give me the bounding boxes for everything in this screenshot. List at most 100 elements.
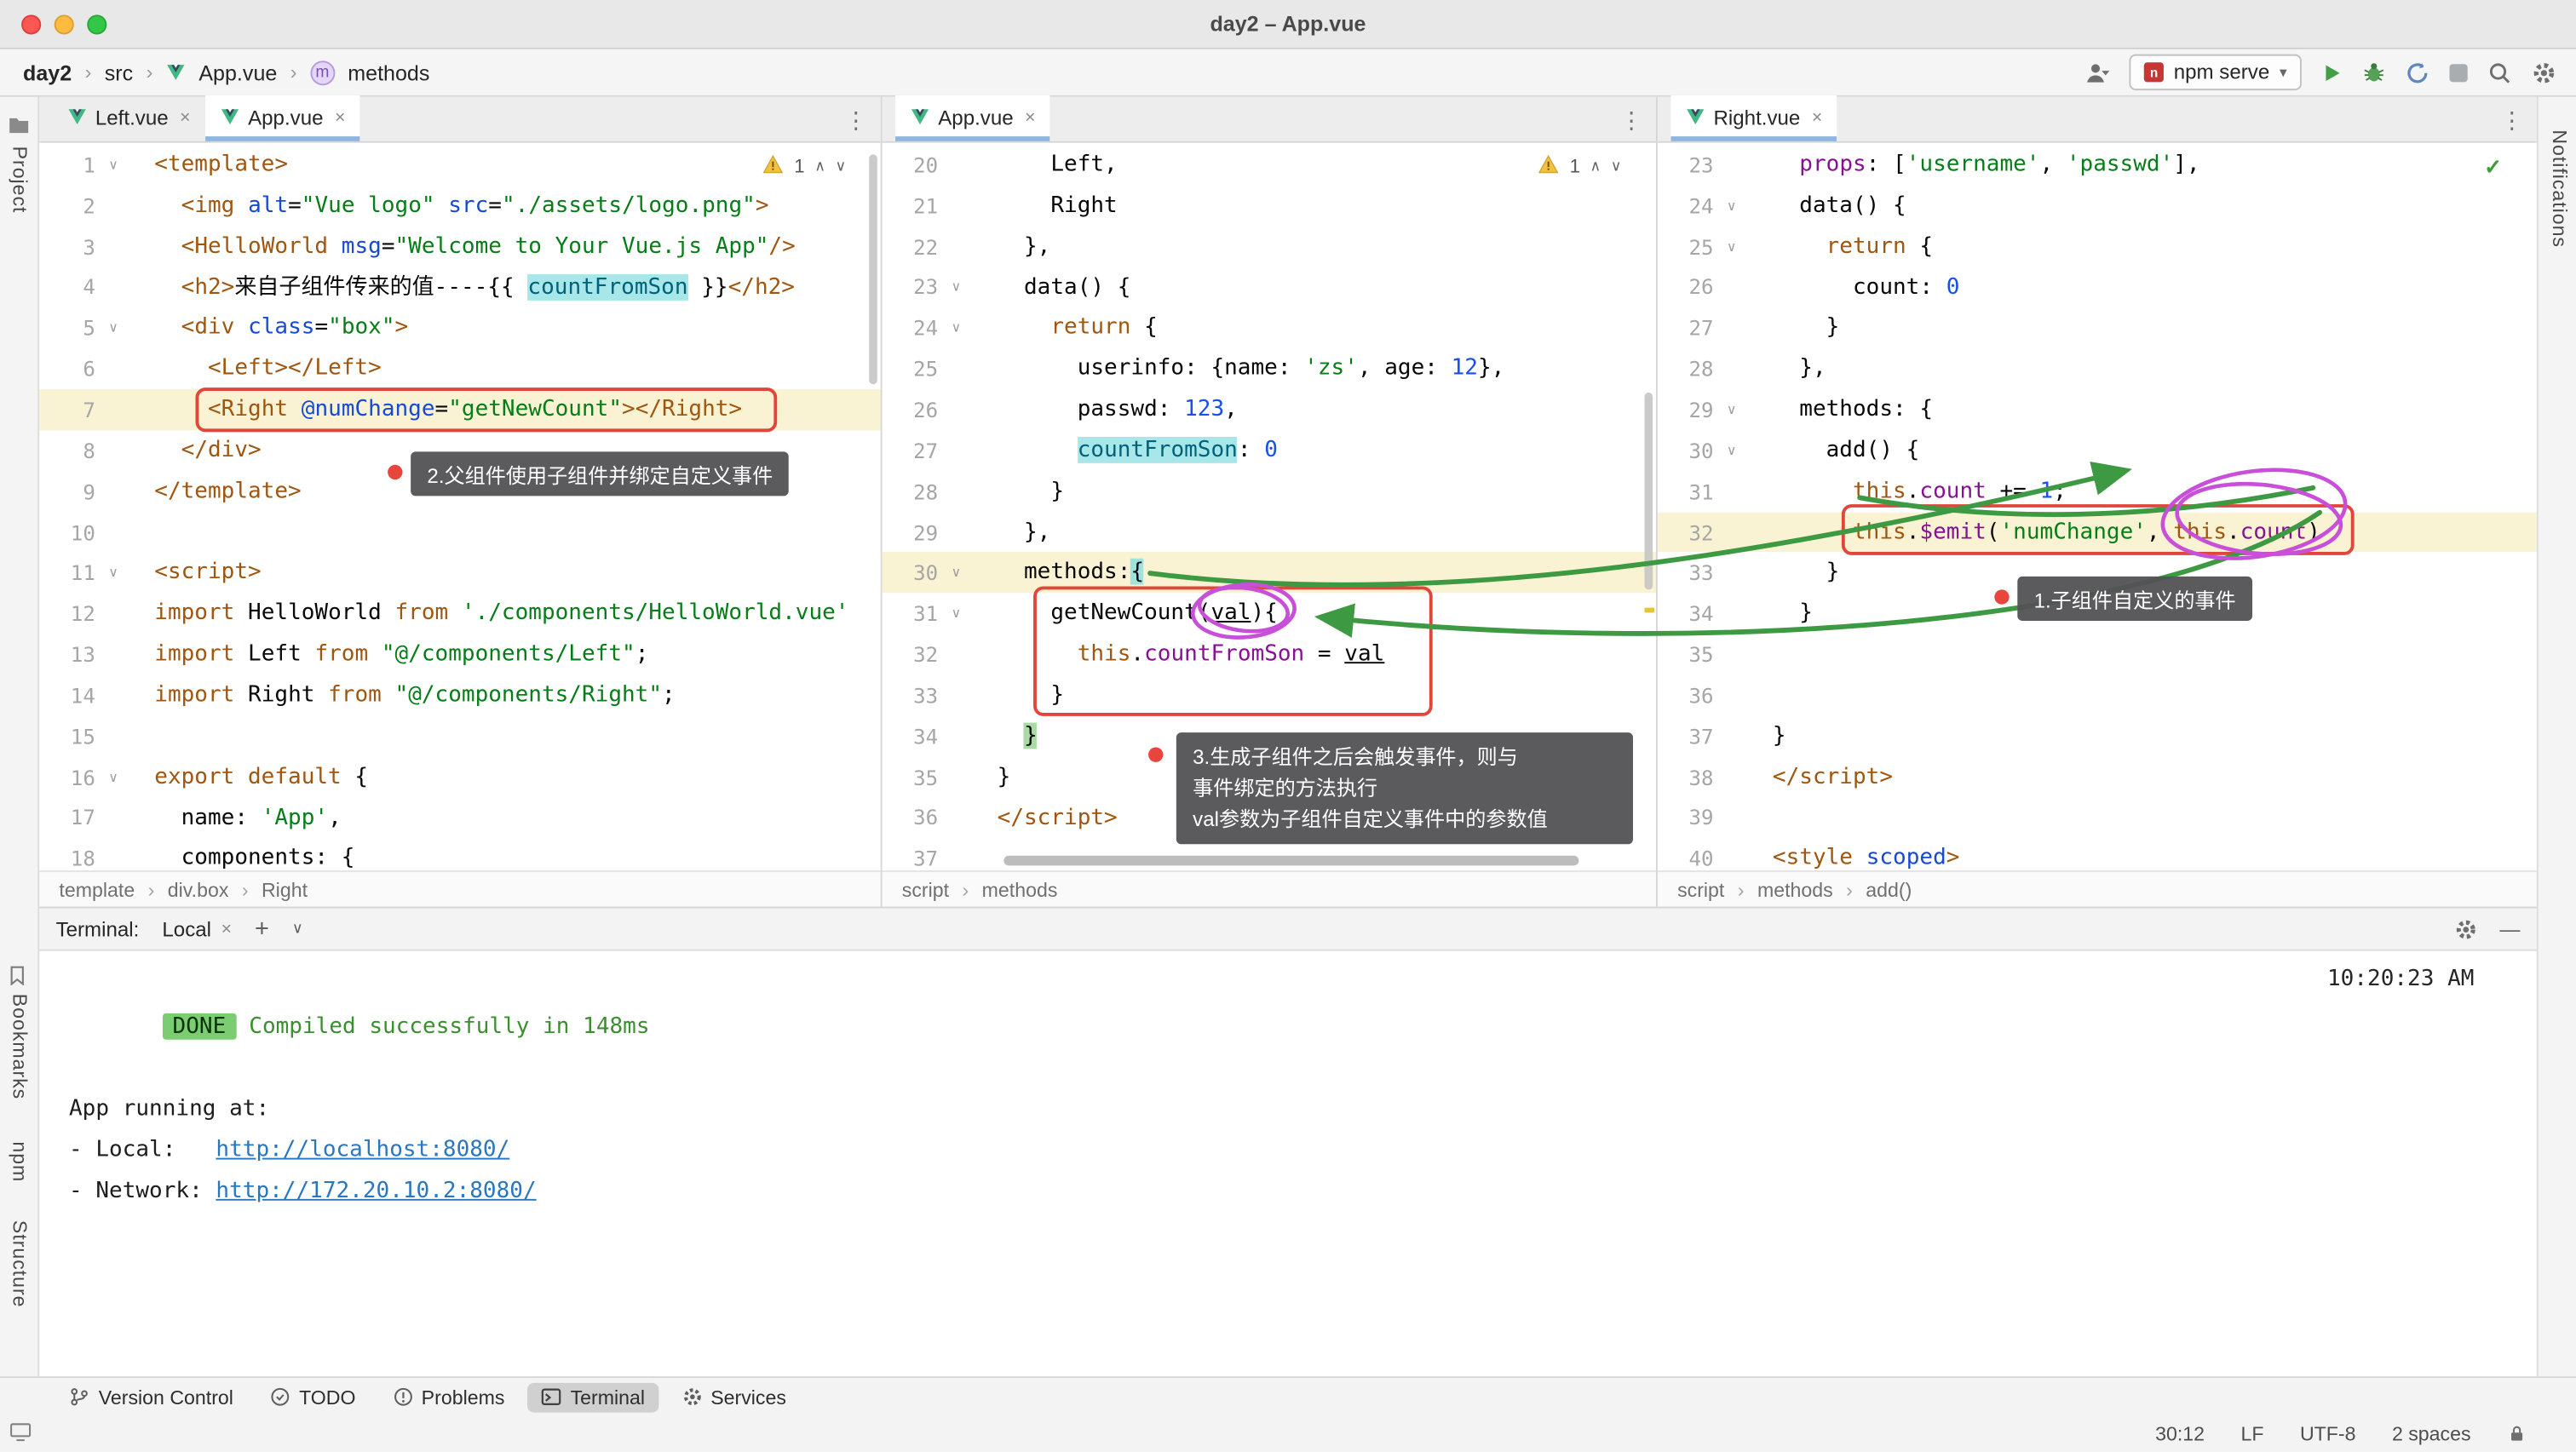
breadcrumb-project[interactable]: day2 [23, 60, 72, 84]
vertical-scrollbar[interactable] [869, 154, 877, 384]
line-number[interactable]: 31 [883, 601, 948, 626]
code-line[interactable]: 27 } [1658, 307, 2537, 348]
code-line[interactable]: 36 [1658, 675, 2537, 716]
terminal-output[interactable]: DONECompiled successfully in 148ms 10:20… [39, 951, 2536, 1376]
code-line[interactable]: 25∨ return { [1658, 227, 2537, 267]
line-number[interactable]: 25 [883, 357, 948, 382]
code-line[interactable]: 23 props: ['username', 'passwd'], [1658, 145, 2537, 186]
code-line[interactable]: 10 [39, 512, 880, 553]
code-line[interactable]: 14import Right from "@/components/Right"… [39, 675, 880, 716]
code-line[interactable]: 26 passwd: 123, [883, 389, 1656, 430]
code-line[interactable]: 27 countFromSon: 0 [883, 430, 1656, 471]
tab-close-icon[interactable]: × [1812, 108, 1822, 128]
line-number[interactable]: 39 [1658, 806, 1723, 830]
line-number[interactable]: 23 [1658, 152, 1723, 177]
line-number[interactable]: 8 [39, 439, 105, 463]
inspection-widget[interactable]: 1∧∨ [1530, 152, 1630, 181]
settings-gear-icon[interactable] [2532, 60, 2556, 84]
breadcrumb-item[interactable]: template [59, 878, 135, 901]
fold-icon[interactable]: ∨ [105, 158, 121, 172]
code-line[interactable]: 34 } [1658, 594, 2537, 634]
breadcrumb-folder[interactable]: src [105, 60, 133, 84]
code-line[interactable]: 34 } [883, 715, 1656, 756]
line-number[interactable]: 2 [39, 193, 105, 218]
tab-options-icon[interactable]: ⋮ [844, 106, 867, 135]
code-line[interactable]: 12import HelloWorld from './components/H… [39, 594, 880, 634]
code-line[interactable]: 24∨ return { [883, 307, 1656, 348]
line-number[interactable]: 36 [883, 806, 948, 830]
code-line[interactable]: 26 count: 0 [1658, 267, 2537, 307]
line-number[interactable]: 28 [883, 479, 948, 504]
breadcrumb-member[interactable]: methods [348, 60, 429, 84]
code-line[interactable]: 35} [883, 756, 1656, 797]
tab-close-icon[interactable]: × [1025, 108, 1035, 128]
line-number[interactable]: 33 [883, 683, 948, 708]
code-line[interactable]: 11∨<script> [39, 553, 880, 594]
breadcrumb-item[interactable]: script [902, 878, 949, 901]
line-number[interactable]: 32 [883, 642, 948, 667]
code-line[interactable]: 31 this.count += 1; [1658, 471, 2537, 512]
file-encoding[interactable]: UTF-8 [2300, 1422, 2356, 1445]
toolwindow-quick-access-icon[interactable] [10, 1420, 32, 1450]
tab-close-icon[interactable]: × [335, 108, 345, 128]
code-line[interactable]: 28 }, [1658, 348, 2537, 389]
code-editor[interactable]: 20 Left,21 Right22 },23∨ data() {24∨ ret… [883, 143, 1656, 870]
lock-icon[interactable] [2507, 1424, 2527, 1443]
toolwindow-notifications[interactable]: Notifications [2548, 129, 2571, 248]
line-number[interactable]: 12 [39, 601, 105, 626]
code-line[interactable]: 3 <HelloWorld msg="Welcome to Your Vue.j… [39, 227, 880, 267]
terminal-dropdown-icon[interactable]: ∨ [292, 920, 303, 938]
vertical-scrollbar[interactable] [1644, 393, 1653, 589]
button-problems[interactable]: Problems [379, 1382, 518, 1412]
breadcrumb-item[interactable]: methods [1757, 878, 1833, 901]
run-button[interactable] [2321, 61, 2343, 83]
breadcrumb-item[interactable]: add() [1866, 878, 1912, 901]
editor-tab[interactable]: Right.vue× [1670, 95, 1837, 141]
line-number[interactable]: 34 [1658, 601, 1723, 626]
line-number[interactable]: 28 [1658, 357, 1723, 382]
code-line[interactable]: 31∨ getNewCount(val){ [883, 594, 1656, 634]
button-todo[interactable]: TODO [256, 1382, 369, 1412]
line-number[interactable]: 25 [1658, 234, 1723, 259]
line-number[interactable]: 4 [39, 275, 105, 300]
fold-icon[interactable]: ∨ [1723, 239, 1739, 254]
prev-issue-icon[interactable]: ∧ [1590, 158, 1601, 175]
code-line[interactable]: 22 }, [883, 227, 1656, 267]
code-line[interactable]: 28 } [883, 471, 1656, 512]
code-line[interactable]: 33 } [883, 675, 1656, 716]
code-line[interactable]: 21 Right [883, 186, 1656, 227]
button-version-control[interactable]: Version Control [56, 1382, 247, 1412]
prev-issue-icon[interactable]: ∧ [814, 158, 825, 175]
code-line[interactable]: 2 <img alt="Vue logo" src="./assets/logo… [39, 186, 880, 227]
fold-icon[interactable]: ∨ [1723, 198, 1739, 213]
fold-icon[interactable]: ∨ [948, 606, 964, 621]
line-number[interactable]: 9 [39, 479, 105, 504]
line-number[interactable]: 33 [1658, 560, 1723, 585]
editor-tab[interactable]: App.vue× [895, 95, 1050, 141]
line-number[interactable]: 32 [1658, 519, 1723, 544]
next-issue-icon[interactable]: ∨ [1611, 158, 1622, 175]
code-line[interactable]: 17 name: 'App', [39, 797, 880, 838]
code-line[interactable]: 36</script> [883, 797, 1656, 838]
code-line[interactable]: 35 [1658, 634, 2537, 675]
line-number[interactable]: 18 [39, 847, 105, 870]
minimize-panel-icon[interactable]: — [2499, 917, 2520, 940]
tab-options-icon[interactable]: ⋮ [2500, 106, 2523, 135]
inspection-widget[interactable]: ✓ [2476, 152, 2510, 182]
line-ending[interactable]: LF [2240, 1422, 2263, 1445]
local-url-link[interactable]: http://localhost:8080/ [216, 1137, 509, 1163]
close-window-button[interactable] [21, 14, 41, 34]
close-icon[interactable]: × [221, 919, 232, 938]
indent-setting[interactable]: 2 spaces [2392, 1422, 2471, 1445]
line-number[interactable]: 29 [883, 519, 948, 544]
line-number[interactable]: 37 [1658, 724, 1723, 749]
code-line[interactable]: 24∨ data() { [1658, 186, 2537, 227]
code-line[interactable]: 32 this.$emit('numChange', this.count) [1658, 512, 2537, 553]
line-number[interactable]: 29 [1658, 398, 1723, 422]
line-number[interactable]: 16 [39, 765, 105, 789]
toolwindow-bookmarks[interactable]: Bookmarks [9, 994, 32, 1099]
line-number[interactable]: 24 [1658, 193, 1723, 218]
code-line[interactable]: 29 }, [883, 512, 1656, 553]
code-line[interactable]: 29∨ methods: { [1658, 389, 2537, 430]
code-line[interactable]: 30∨ add() { [1658, 430, 2537, 471]
